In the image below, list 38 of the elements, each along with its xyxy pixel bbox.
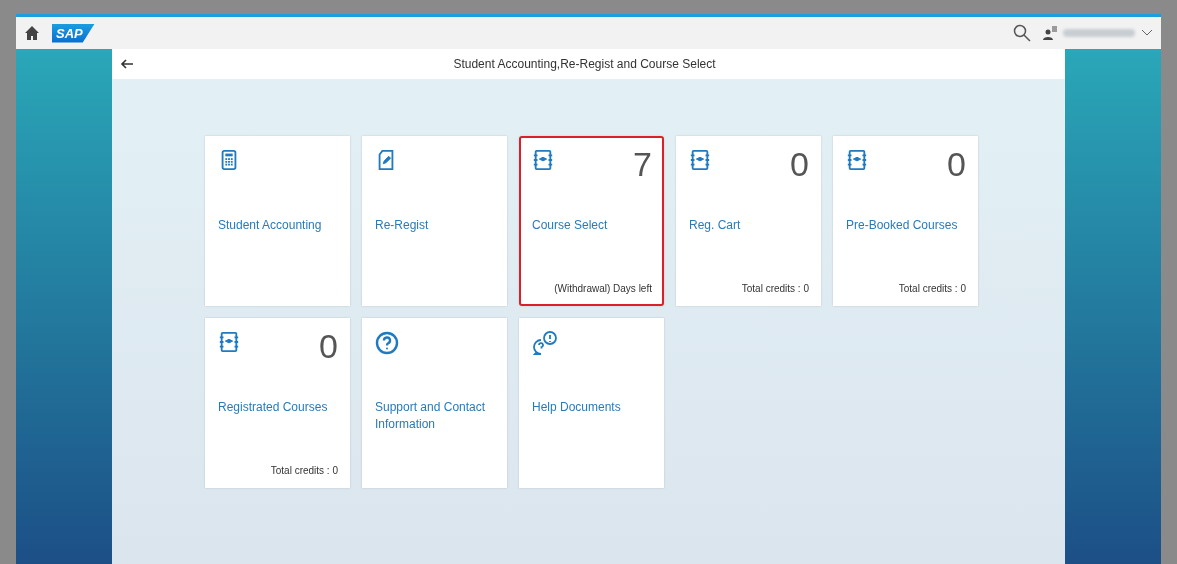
tile-title: Support and Contact Information <box>375 399 487 433</box>
tile-footer: Total credits : 0 <box>689 283 809 294</box>
back-icon[interactable] <box>120 57 134 71</box>
logo: SAP <box>52 23 95 43</box>
app-tile[interactable]: 0 Pre-Booked Courses Total credits : 0 <box>833 136 978 306</box>
tile-count: 7 <box>633 147 652 181</box>
tile-footer: Total credits : 0 <box>218 465 338 476</box>
tile-title: Student Accounting <box>218 217 323 234</box>
tile-title: Reg. Cart <box>689 217 742 234</box>
notebook-cap-icon <box>689 149 711 171</box>
tile-title: Registrated Courses <box>218 399 329 416</box>
tile-title: Course Select <box>532 217 609 234</box>
blurred-user-name <box>1063 29 1135 37</box>
search-icon[interactable] <box>1013 24 1031 42</box>
app-tile[interactable]: 0 Registrated Courses Total credits : 0 <box>205 318 350 488</box>
tile-count: 0 <box>947 147 966 181</box>
app-tile[interactable]: 7 Course Select (Withdrawal) Days left <box>519 136 664 306</box>
question-circle-icon <box>375 331 399 355</box>
chevron-down-icon[interactable] <box>1141 29 1153 37</box>
user-icon[interactable] <box>1043 26 1057 40</box>
app-tile[interactable]: Help Documents <box>519 318 664 488</box>
home-icon[interactable] <box>24 25 40 41</box>
notebook-cap-icon <box>218 331 240 353</box>
tile-title: Help Documents <box>532 399 622 416</box>
app-tile[interactable]: 0 Reg. Cart Total credits : 0 <box>676 136 821 306</box>
tile-title: Re-Regist <box>375 217 430 234</box>
page-title: Student Accounting,Re-Regist and Course Select <box>452 57 717 71</box>
tile-title: Pre-Booked Courses <box>846 217 959 234</box>
tile-footer: Total credits : 0 <box>846 283 966 294</box>
tile-count: 0 <box>790 147 809 181</box>
tile-footer: (Withdrawal) Days left <box>532 283 652 294</box>
app-tile[interactable]: Student Accounting <box>205 136 350 306</box>
tile-count: 0 <box>319 329 338 363</box>
app-tile[interactable]: Support and Contact Information <box>362 318 507 488</box>
notebook-cap-icon <box>532 149 554 171</box>
speech-bubbles-icon <box>532 331 558 355</box>
app-tile[interactable]: Re-Regist <box>362 136 507 306</box>
notebook-cap-icon <box>846 149 868 171</box>
